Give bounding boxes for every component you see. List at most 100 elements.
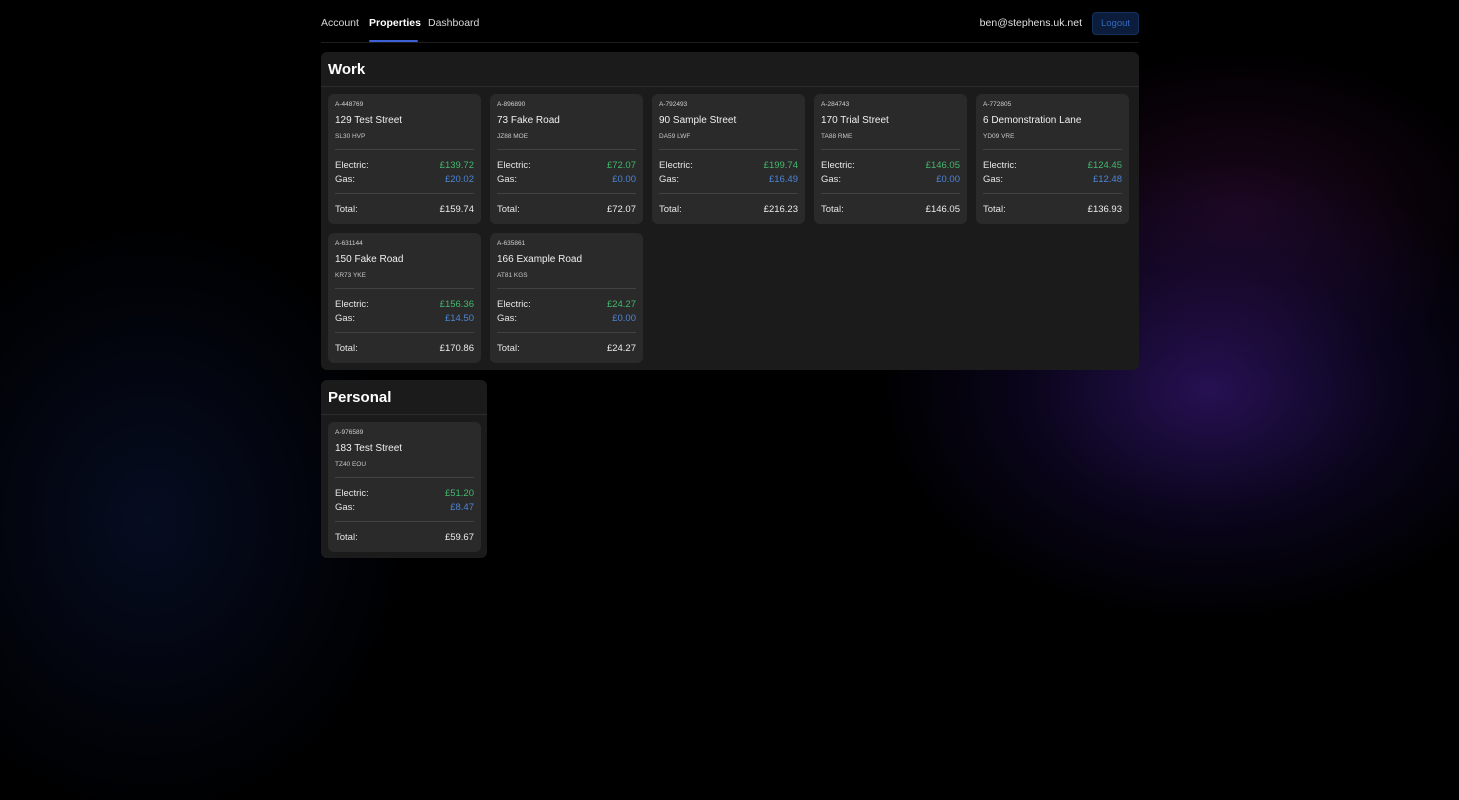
gas-value: £12.48 — [1092, 174, 1122, 185]
property-postcode: TZ40 EOU — [335, 461, 367, 468]
electric-label: Electric: — [497, 299, 531, 310]
card-divider — [659, 149, 798, 150]
electric-value: £139.72 — [439, 160, 474, 171]
account-number: A-284743 — [821, 101, 850, 108]
total-label: Total: — [497, 204, 520, 215]
app-container: Account Properties Dashboard ben@stephen… — [321, 0, 1139, 558]
electric-value: £199.74 — [763, 160, 798, 171]
electric-value: £124.45 — [1087, 160, 1122, 171]
property-postcode: DA59 LWF — [659, 133, 691, 140]
gas-value: £0.00 — [612, 313, 636, 324]
electric-value: £146.05 — [925, 160, 960, 171]
property-card[interactable]: A-896890 73 Fake Road JZ88 MOE Electric: £72… — [490, 94, 643, 224]
tab-properties[interactable]: Properties — [369, 17, 421, 29]
card-divider — [335, 521, 474, 522]
card-divider — [335, 193, 474, 194]
property-address: 166 Example Road — [497, 254, 583, 265]
property-address: 183 Test Street — [335, 443, 403, 454]
total-value: £146.05 — [925, 204, 960, 215]
gas-label: Gas: — [497, 313, 518, 324]
total-value: £24.27 — [606, 343, 636, 354]
gas-value: £14.50 — [444, 313, 474, 324]
gas-label: Gas: — [497, 174, 518, 185]
card-divider — [983, 149, 1122, 150]
property-postcode: JZ88 MOE — [497, 133, 529, 140]
property-card[interactable]: A-772805 6 Demonstration Lane YD09 VRE Elec… — [976, 94, 1129, 224]
gas-value: £0.00 — [612, 174, 636, 185]
gas-value: £0.00 — [936, 174, 960, 185]
logout-button[interactable]: Logout — [1092, 12, 1139, 35]
gas-label: Gas: — [335, 313, 356, 324]
card-divider — [497, 149, 636, 150]
electric-label: Electric: — [659, 160, 693, 171]
total-value: £170.86 — [439, 343, 474, 354]
property-postcode: SL30 HVP — [335, 133, 366, 140]
total-label: Total: — [497, 343, 520, 354]
electric-value: £51.20 — [444, 488, 474, 499]
total-value: £159.74 — [439, 204, 474, 215]
property-address: 170 Trial Street — [821, 115, 889, 126]
account-number: A-896890 — [497, 101, 526, 108]
account-number: A-635861 — [497, 240, 526, 247]
total-label: Total: — [335, 204, 358, 215]
tab-account[interactable]: Account — [321, 17, 359, 29]
card-divider — [497, 332, 636, 333]
electric-value: £24.27 — [606, 299, 636, 310]
property-card[interactable]: A-284743 170 Trial Street TA88 RME Electric… — [814, 94, 967, 224]
account-number: A-792493 — [659, 101, 688, 108]
card-divider — [335, 149, 474, 150]
total-label: Total: — [821, 204, 844, 215]
gas-value: £8.47 — [450, 502, 474, 513]
gas-label: Gas: — [983, 174, 1004, 185]
property-address: 129 Test Street — [335, 115, 403, 126]
card-divider — [983, 193, 1122, 194]
group-title: Personal — [328, 389, 392, 406]
property-postcode: AT81 KGS — [497, 272, 528, 279]
gas-value: £16.49 — [768, 174, 798, 185]
total-value: £136.93 — [1087, 204, 1122, 215]
property-card[interactable]: A-448769 129 Test Street SL30 HVP Electric:… — [328, 94, 481, 224]
electric-label: Electric: — [335, 160, 369, 171]
total-label: Total: — [335, 343, 358, 354]
property-card[interactable]: A-792493 90 Sample Street DA59 LWF Electric… — [652, 94, 805, 224]
electric-label: Electric: — [335, 299, 369, 310]
property-card[interactable]: A-631144 150 Fake Road KR73 YKE Electric: £1… — [328, 233, 481, 363]
top-nav: Account Properties Dashboard ben@stephen… — [321, 0, 1139, 43]
group-work: Work A-448769 129 Test Street SL30 HVP Elec… — [321, 52, 1139, 370]
electric-label: Electric: — [335, 488, 369, 499]
card-divider — [335, 332, 474, 333]
account-number: A-772805 — [983, 101, 1012, 108]
property-address: 6 Demonstration Lane — [983, 115, 1082, 126]
tab-dashboard[interactable]: Dashboard — [428, 17, 479, 29]
account-number: A-976589 — [335, 429, 364, 436]
card-divider — [659, 193, 798, 194]
card-divider — [821, 193, 960, 194]
active-tab-indicator — [369, 40, 418, 42]
property-postcode: YD09 VRE — [983, 133, 1015, 140]
gas-label: Gas: — [821, 174, 842, 185]
property-card[interactable]: A-635861 166 Example Road AT81 KGS Electric… — [490, 233, 643, 363]
gas-value: £20.02 — [444, 174, 474, 185]
user-email: ben@stephens.uk.net — [979, 17, 1082, 29]
total-value: £216.23 — [763, 204, 798, 215]
property-postcode: KR73 YKE — [335, 272, 366, 279]
group-divider — [321, 86, 1139, 87]
gas-label: Gas: — [335, 502, 356, 513]
account-number: A-631144 — [335, 240, 363, 247]
card-divider — [497, 288, 636, 289]
electric-label: Electric: — [821, 160, 855, 171]
electric-label: Electric: — [983, 160, 1017, 171]
property-card[interactable]: A-976589 183 Test Street TZ40 EOU Electric:… — [328, 422, 481, 552]
card-divider — [497, 193, 636, 194]
account-number: A-448769 — [335, 101, 364, 108]
total-value: £59.67 — [444, 532, 474, 543]
total-label: Total: — [659, 204, 682, 215]
card-divider — [335, 477, 474, 478]
property-address: 150 Fake Road — [335, 254, 404, 265]
property-address: 90 Sample Street — [659, 115, 737, 126]
total-value: £72.07 — [606, 204, 636, 215]
gas-label: Gas: — [335, 174, 356, 185]
group-personal: Personal A-976589 183 Test Street TZ40 EOU… — [321, 380, 487, 558]
group-divider — [321, 414, 487, 415]
property-postcode: TA88 RME — [821, 133, 853, 140]
